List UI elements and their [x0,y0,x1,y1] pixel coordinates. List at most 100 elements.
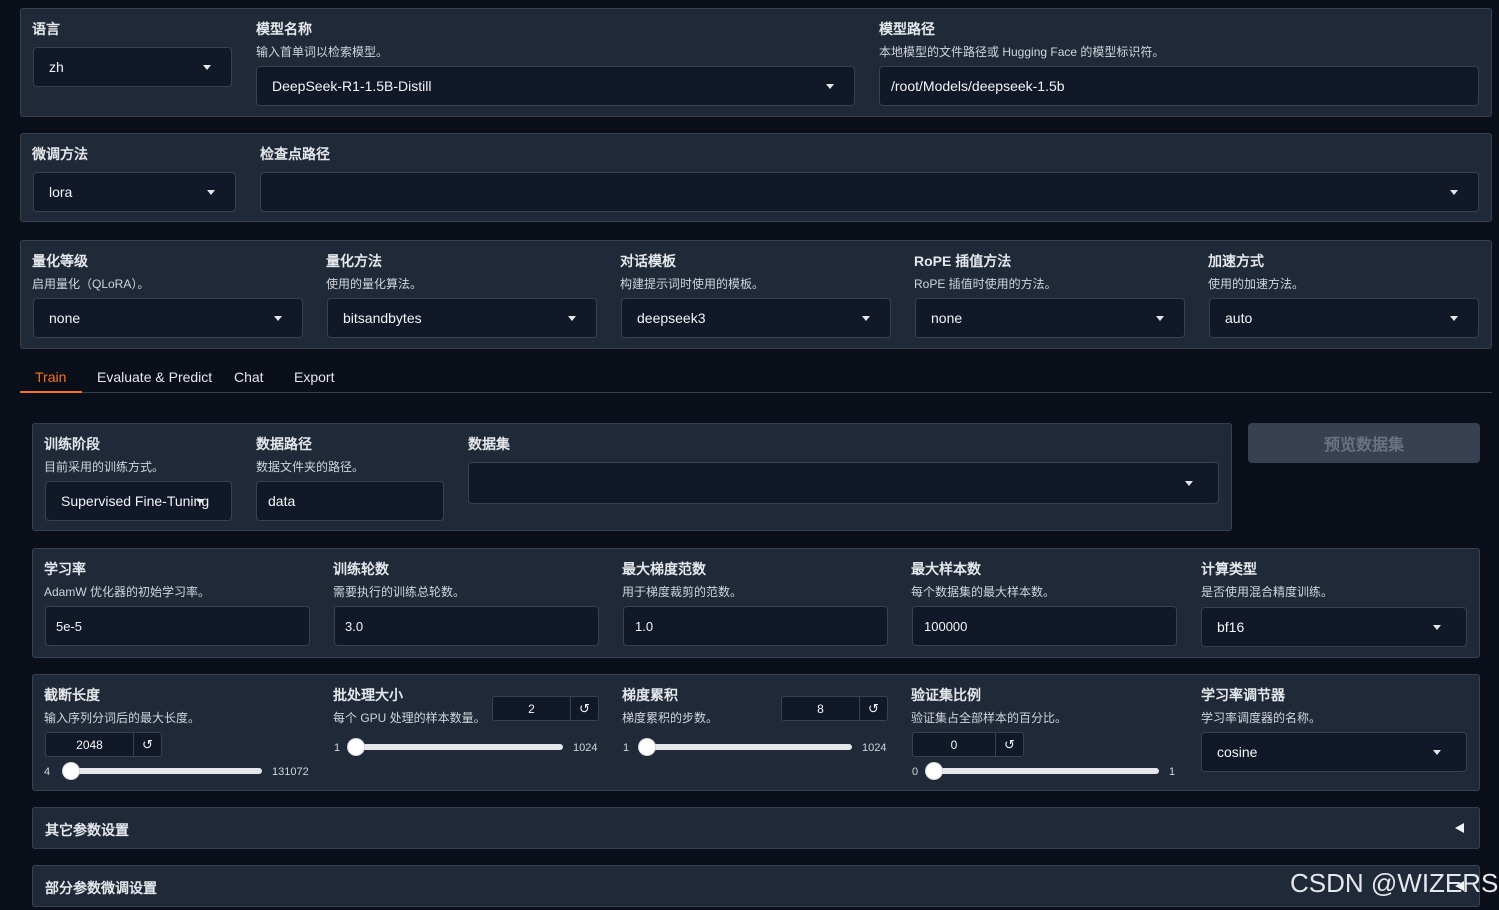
grad-accum-label: 梯度累积 [622,687,678,703]
scheduler-value: cosine [1217,744,1258,760]
checkpoint-label: 检查点路径 [260,146,330,162]
stage-value: Supervised Fine-Tuning [61,493,210,509]
chevron-down-icon [196,499,204,504]
extra-args-title: 其它参数设置 [45,822,129,838]
val-size-info: 验证集占全部样本的百分比。 [911,711,1068,725]
chevron-down-icon [1433,625,1441,630]
stage-dropdown[interactable]: Supervised Fine-Tuning [45,481,232,521]
model-path-input[interactable]: /root/Models/deepseek-1.5b [879,66,1479,106]
dataset-dir-info: 数据文件夹的路径。 [256,460,365,474]
chevron-down-icon [568,316,576,321]
cutoff-len-slider-track[interactable] [62,768,262,774]
template-dropdown[interactable]: deepseek3 [621,298,891,338]
booster-dropdown[interactable]: auto [1209,298,1479,338]
batch-size-number-input[interactable]: 2 ↺ [492,696,599,721]
model-path-value: /root/Models/deepseek-1.5b [891,78,1065,94]
quant-method-dropdown[interactable]: bitsandbytes [327,298,597,338]
batch-size-value: 2 [528,701,535,716]
grad-accum-number-input[interactable]: 8 ↺ [781,696,888,721]
compute-type-info: 是否使用混合精度训练。 [1201,585,1334,599]
tab-chat[interactable]: Chat [234,369,264,385]
scheduler-info: 学习率调度器的名称。 [1201,711,1322,725]
val-size-slider-handle[interactable] [926,763,942,779]
batch-size-info: 每个 GPU 处理的样本数量。 [333,711,486,725]
val-size-min: 0 [912,766,919,778]
chevron-down-icon [1433,750,1441,755]
max-samples-input[interactable]: 100000 [912,606,1177,646]
val-size-number-input[interactable]: 0 ↺ [912,732,1024,757]
learning-rate-label: 学习率 [44,561,86,577]
max-grad-norm-info: 用于梯度裁剪的范数。 [622,585,743,599]
dataset-dir-label: 数据路径 [256,436,312,452]
template-info: 构建提示词时使用的模板。 [620,277,765,291]
dataset-dir-value: data [268,493,296,509]
rope-value: none [931,310,963,326]
tab-train[interactable]: Train [35,369,66,385]
model-path-info: 本地模型的文件路径或 Hugging Face 的模型标识符。 [879,45,1165,59]
finetune-method-value: lora [49,184,73,200]
cutoff-len-label: 截断长度 [44,687,100,703]
dataset-dropdown[interactable] [468,462,1219,504]
batch-size-slider-track[interactable] [350,744,563,750]
reset-icon[interactable]: ↺ [570,697,598,720]
scheduler-dropdown[interactable]: cosine [1201,732,1467,772]
tab-evaluate-predict[interactable]: Evaluate & Predict [97,369,212,385]
max-samples-label: 最大样本数 [911,561,981,577]
cutoff-len-max: 131072 [272,766,309,778]
learning-rate-value: 5e-5 [56,618,83,634]
watermark: CSDN @WIZERS [1290,868,1499,898]
quant-method-label: 量化方法 [326,253,382,269]
model-name-value: DeepSeek-R1-1.5B-Distill [272,78,432,94]
reset-icon[interactable]: ↺ [995,733,1023,756]
cutoff-len-number-input[interactable]: 2048 ↺ [45,732,162,757]
cutoff-len-info: 输入序列分词后的最大长度。 [44,711,201,725]
tab-export[interactable]: Export [294,369,334,385]
quant-method-value: bitsandbytes [343,310,422,326]
cutoff-len-value: 2048 [76,737,103,752]
cutoff-len-slider-handle[interactable] [62,763,79,779]
chevron-down-icon [207,190,215,195]
epochs-label: 训练轮数 [333,561,389,577]
compute-type-value: bf16 [1217,619,1245,635]
extra-args-accordion[interactable]: 其它参数设置 [32,807,1480,849]
freeze-args-accordion[interactable]: 部分参数微调设置 [32,865,1480,907]
stage-info: 目前采用的训练方式。 [44,460,165,474]
learning-rate-input[interactable]: 5e-5 [45,606,310,646]
epochs-value: 3.0 [345,618,364,634]
finetune-method-dropdown[interactable]: lora [33,172,236,212]
rope-dropdown[interactable]: none [915,298,1185,338]
booster-info: 使用的加速方法。 [1208,277,1305,291]
checkpoint-dropdown[interactable] [260,172,1479,212]
grad-accum-slider-track[interactable] [640,744,852,750]
preview-dataset-button[interactable]: 预览数据集 [1248,423,1480,463]
chevron-down-icon [1450,316,1458,321]
tab-bar-line [20,392,1492,393]
max-grad-norm-input[interactable]: 1.0 [623,606,888,646]
batch-size-min: 1 [334,742,341,754]
freeze-args-title: 部分参数微调设置 [45,880,157,896]
booster-label: 加速方式 [1208,253,1264,269]
dataset-dir-input[interactable]: data [256,481,444,521]
chevron-down-icon [1185,481,1193,486]
chevron-down-icon [274,316,282,321]
booster-value: auto [1225,310,1253,326]
scheduler-label: 学习率调节器 [1201,687,1285,703]
val-size-slider-track[interactable] [928,768,1159,774]
epochs-input[interactable]: 3.0 [334,606,599,646]
rope-info: RoPE 插值时使用的方法。 [914,277,1057,291]
reset-icon[interactable]: ↺ [133,733,161,756]
quant-bit-dropdown[interactable]: none [33,298,303,338]
chevron-down-icon [203,65,211,70]
chevron-down-icon [1156,316,1164,321]
max-samples-info: 每个数据集的最大样本数。 [911,585,1056,599]
model-name-info: 输入首单词以检索模型。 [256,45,389,59]
compute-type-dropdown[interactable]: bf16 [1201,607,1467,647]
stage-label: 训练阶段 [44,436,100,452]
language-value: zh [49,59,64,75]
model-name-dropdown[interactable]: DeepSeek-R1-1.5B-Distill [256,66,855,106]
chevron-down-icon [1450,190,1458,195]
model-path-label: 模型路径 [879,21,935,37]
language-dropdown[interactable]: zh [33,47,232,87]
reset-icon[interactable]: ↺ [859,697,887,720]
chevron-down-icon [826,84,834,89]
